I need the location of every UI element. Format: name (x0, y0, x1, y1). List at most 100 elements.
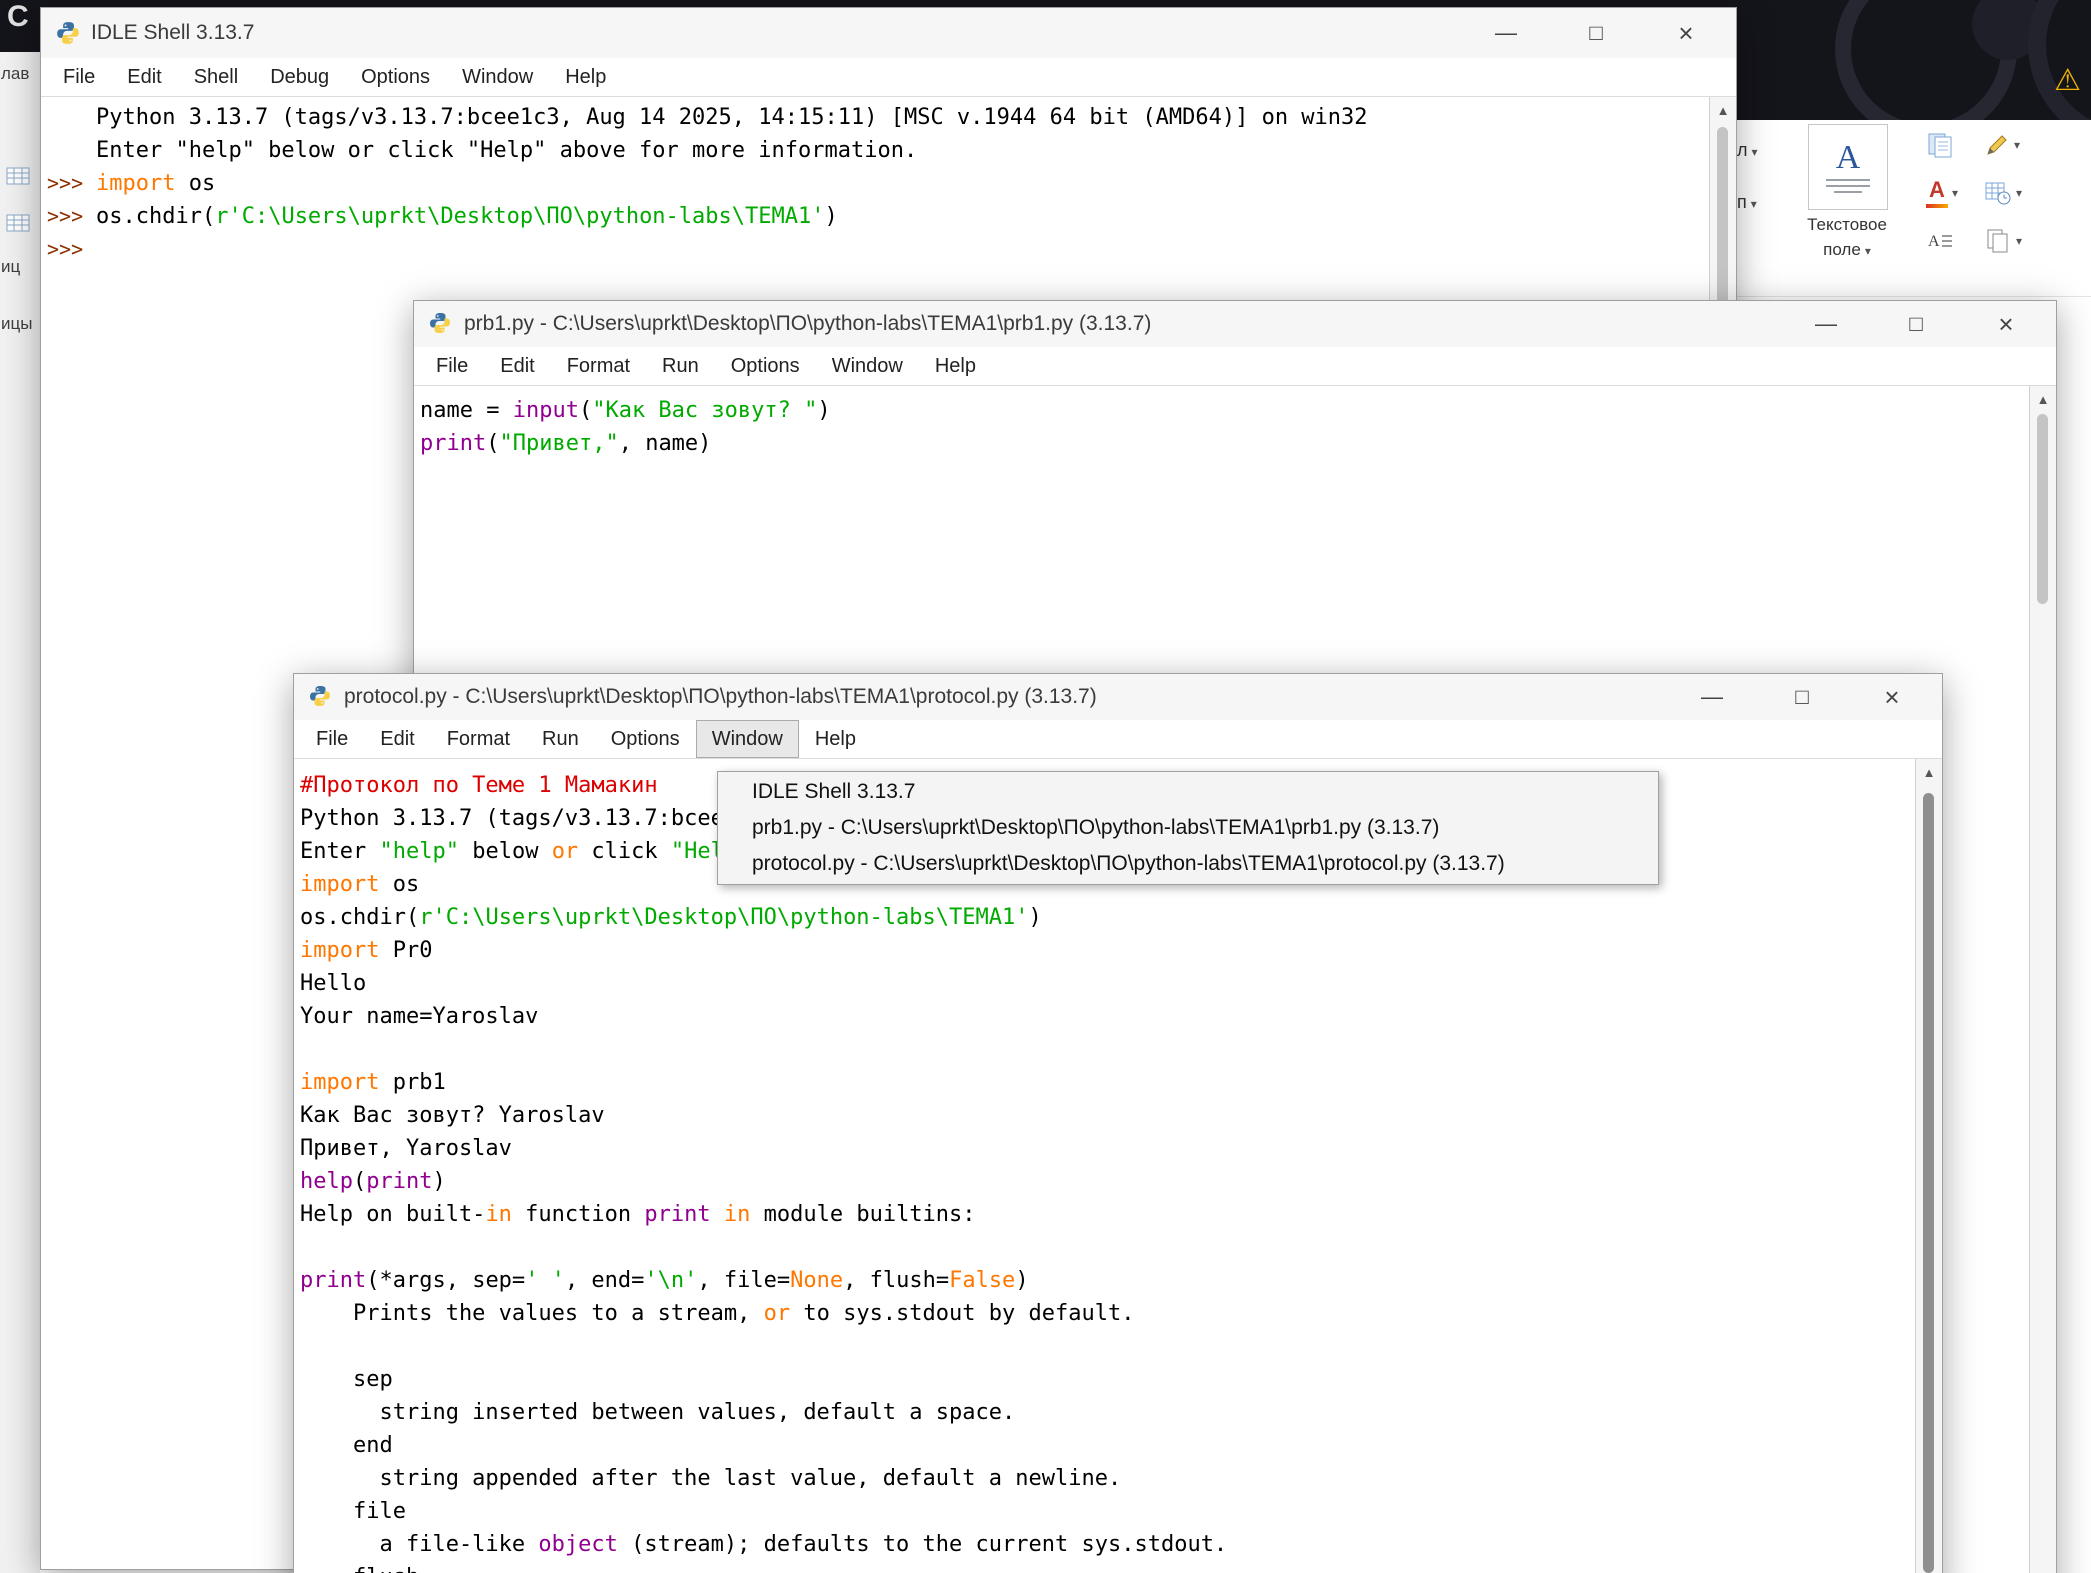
scrollbar-thumb[interactable] (2037, 414, 2048, 604)
chevron-down-icon: ▾ (1865, 244, 1871, 258)
menu-run[interactable]: Run (646, 347, 715, 385)
menu-edit[interactable]: Edit (364, 720, 430, 758)
menu-options[interactable]: Options (595, 720, 696, 758)
code-line: import Pr0 (300, 934, 1915, 967)
vertical-scrollbar[interactable]: ▲ (1915, 759, 1942, 1573)
chevron-down-icon: ▾ (1752, 145, 1758, 159)
warning-icon: ⚠ (2054, 66, 2081, 96)
menu-format[interactable]: Format (431, 720, 526, 758)
menu-edit[interactable]: Edit (111, 58, 177, 96)
code-line: string appended after the last value, de… (300, 1462, 1915, 1495)
ribbon-partial-label: п▾ (1737, 192, 1757, 213)
close-button[interactable]: × (1992, 301, 2020, 347)
window-title: IDLE Shell 3.13.7 (91, 21, 254, 45)
code-line: Your name=Yaroslav (300, 1000, 1915, 1033)
background-letter: C (7, 0, 29, 34)
code-line: name = input("Как Вас зовут? ") (420, 394, 2029, 427)
copy-page-button[interactable]: ▾ (1984, 224, 2030, 258)
minimize-button[interactable]: — (1812, 301, 1840, 347)
code-line: >>> (41, 233, 1709, 266)
window-menu-item[interactable]: IDLE Shell 3.13.7 (718, 774, 1658, 810)
code-line: flush (300, 1561, 1915, 1573)
menu-edit[interactable]: Edit (484, 347, 550, 385)
close-button[interactable]: × (1878, 674, 1906, 720)
menu-window[interactable]: Window (696, 720, 799, 758)
code-line: file (300, 1495, 1915, 1528)
minimize-button[interactable]: — (1492, 8, 1520, 58)
pages-icon-button[interactable] (1926, 128, 1972, 162)
maximize-button[interactable]: □ (1788, 674, 1816, 720)
code-text (300, 1033, 313, 1066)
color-bar-icon (1926, 204, 1948, 208)
shell-prompt (41, 134, 96, 167)
maximize-button[interactable]: □ (1902, 301, 1930, 347)
code-text: file (300, 1495, 406, 1528)
menu-options[interactable]: Options (715, 347, 816, 385)
protocol-editor-window: protocol.py - C:\Users\uprkt\Desktop\ПО\… (293, 673, 1943, 1573)
code-text (300, 1330, 313, 1363)
svg-text:A: A (1928, 233, 1940, 250)
font-color-button[interactable]: A ▾ (1926, 176, 1972, 210)
table-clock-button[interactable]: ▾ (1984, 176, 2030, 210)
shell-prompt: >>> (41, 200, 96, 233)
menu-options[interactable]: Options (345, 58, 446, 96)
menu-shell[interactable]: Shell (178, 58, 254, 96)
menu-run[interactable]: Run (526, 720, 595, 758)
window-menu-item[interactable]: protocol.py - C:\Users\uprkt\Desktop\ПО\… (718, 846, 1658, 882)
scrollbar-thumb[interactable] (1923, 793, 1934, 1573)
chevron-down-icon: ▾ (1751, 197, 1757, 211)
maximize-button[interactable]: □ (1582, 8, 1610, 58)
scroll-up-icon[interactable]: ▲ (2030, 392, 2056, 407)
menu-help[interactable]: Help (549, 58, 622, 96)
menubar: FileEditFormatRunOptionsWindowHelp (414, 347, 2056, 386)
code-line: a file-like object (stream); defaults to… (300, 1528, 1915, 1561)
logo-ring-icon (2028, 0, 2091, 120)
python-icon (428, 311, 454, 337)
titlebar[interactable]: prb1.py - C:\Users\uprkt\Desktop\ПО\pyth… (414, 301, 2056, 347)
menu-window[interactable]: Window (816, 347, 919, 385)
code-text: import Pr0 (300, 934, 432, 967)
minimize-button[interactable]: — (1698, 674, 1726, 720)
scroll-up-icon[interactable]: ▲ (1710, 103, 1736, 118)
code-text: #Протокол по Теме 1 Мамакин (300, 769, 658, 802)
code-text: Привет, Yaroslav (300, 1132, 512, 1165)
scroll-up-icon[interactable]: ▲ (1916, 765, 1942, 780)
code-text: import os (96, 167, 215, 200)
window-title: prb1.py - C:\Users\uprkt\Desktop\ПО\pyth… (464, 312, 1151, 336)
vertical-scrollbar[interactable]: ▲ (2029, 386, 2056, 1573)
code-line: string inserted between values, default … (300, 1396, 1915, 1429)
menu-file[interactable]: File (47, 58, 111, 96)
text-line-icon (1826, 179, 1870, 181)
python-icon (308, 684, 334, 710)
text-box-label[interactable]: Текстовое поле▾ (1778, 212, 1916, 264)
menu-format[interactable]: Format (551, 347, 646, 385)
menu-file[interactable]: File (420, 347, 484, 385)
window-menu-item[interactable]: prb1.py - C:\Users\uprkt\Desktop\ПО\pyth… (718, 810, 1658, 846)
menu-debug[interactable]: Debug (254, 58, 345, 96)
menu-help[interactable]: Help (919, 347, 992, 385)
titlebar[interactable]: protocol.py - C:\Users\uprkt\Desktop\ПО\… (294, 674, 1942, 720)
shell-prompt: >>> (41, 233, 96, 266)
code-text: Help on built-in function print in modul… (300, 1198, 976, 1231)
menu-file[interactable]: File (300, 720, 364, 758)
code-line: print(*args, sep=' ', end='\n', file=Non… (300, 1264, 1915, 1297)
menu-window[interactable]: Window (446, 58, 549, 96)
code-line: Как Вас зовут? Yaroslav (300, 1099, 1915, 1132)
python-icon (55, 20, 81, 46)
code-line: import prb1 (300, 1066, 1915, 1099)
code-line: print("Привет,", name) (420, 427, 2029, 460)
menu-help[interactable]: Help (799, 720, 872, 758)
menubar: FileEditShellDebugOptionsWindowHelp (41, 58, 1736, 97)
code-line: Hello (300, 967, 1915, 1000)
text-settings-button[interactable]: A (1926, 224, 1972, 258)
code-text: import prb1 (300, 1066, 446, 1099)
window-menu-dropdown: IDLE Shell 3.13.7prb1.py - C:\Users\uprk… (717, 771, 1659, 885)
code-text: print("Привет,", name) (420, 427, 711, 460)
text-box-button[interactable]: A (1808, 124, 1888, 210)
text-line-icon (1834, 191, 1862, 193)
close-button[interactable]: × (1672, 8, 1700, 58)
code-line (300, 1033, 1915, 1066)
titlebar[interactable]: IDLE Shell 3.13.7 — □ × (41, 8, 1736, 58)
edit-pencil-button[interactable]: ▾ (1984, 128, 2030, 162)
chevron-down-icon: ▾ (1952, 186, 1958, 200)
